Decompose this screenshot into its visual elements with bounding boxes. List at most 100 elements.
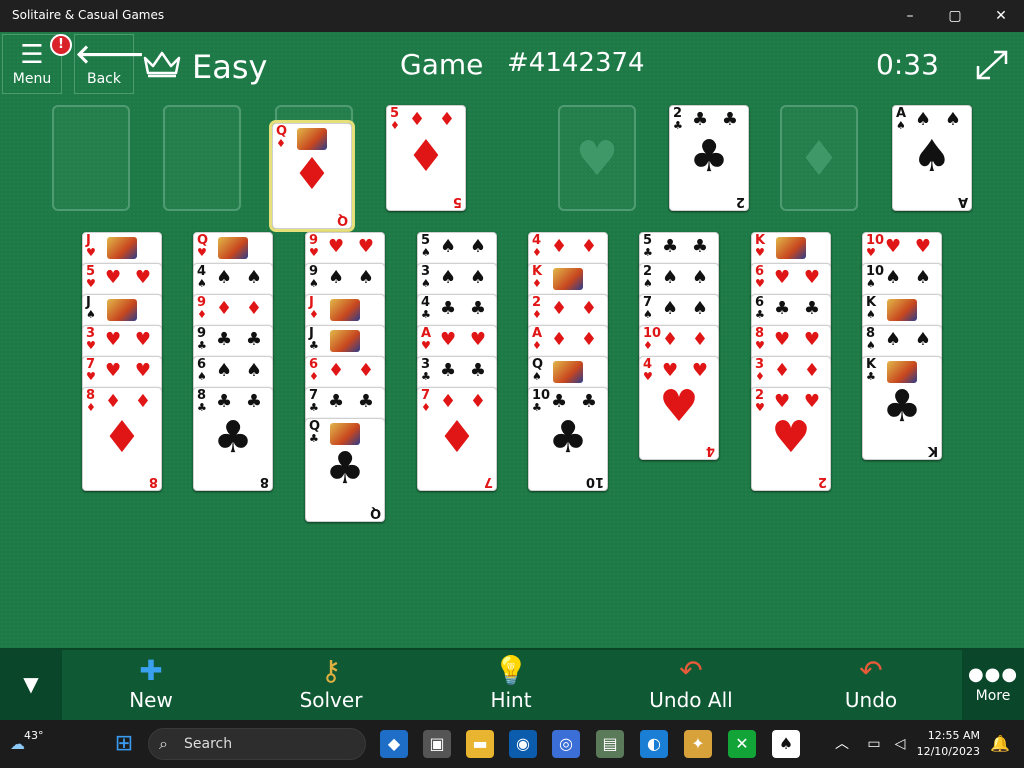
back-button[interactable]: 🡐 Back [74, 34, 145, 94]
card-center-art: ♣ [325, 443, 365, 494]
card-rank-corner: 8 [259, 474, 269, 489]
file-explorer-icon[interactable]: ▬ [466, 730, 494, 758]
cloud-icon: ☁ [10, 735, 25, 753]
bell-icon[interactable]: 🔔 [986, 730, 1014, 758]
card-suit: ♦ [390, 119, 400, 132]
windows-taskbar: ☁ 43° ⊞ ⌕ Search ◆ ▣ ▬ ◉ ◎ ▤ ◐ ✦ ✕ ♠ ︿ ▭… [0, 720, 1024, 768]
undo-button[interactable]: ↶ Undo [811, 654, 931, 718]
weather-widget[interactable]: ☁ 43° [10, 729, 50, 758]
game-toolbar: ▼ ✚ New ⚷ Solver 💡 Hint ↶ Undo All ↶ Und… [0, 648, 1024, 722]
playing-card[interactable]: 8 ♣ ♣ ♣ ♣ 8 [193, 387, 273, 491]
notification-badge: ! [50, 34, 72, 56]
edge-icon[interactable]: ◐ [640, 730, 668, 758]
collapse-toolbar-button[interactable]: ▼ [0, 650, 62, 722]
new-game-button[interactable]: ✚ New [91, 654, 211, 718]
card-rank-corner: 2 [817, 474, 827, 489]
card-suit: ♣ [673, 119, 683, 132]
card-suit: ♥ [866, 246, 876, 259]
chevron-up-icon[interactable]: ︿ [828, 730, 856, 758]
key-icon: ⚷ [320, 654, 342, 687]
search-icon: ⌕ [159, 734, 168, 753]
playing-card[interactable]: 2 ♥ ♥ ♥ ♥ 2 [751, 387, 831, 491]
hint-label: Hint [490, 688, 532, 712]
card-pips: ♦ ♦ [662, 329, 712, 350]
card-suit: ♠ [866, 277, 876, 290]
card-rank-corner: 10 [585, 474, 604, 489]
card-suit: ♦ [532, 246, 542, 259]
playing-card[interactable]: Q ♦ ♦ Q [269, 120, 355, 232]
card-pips: ♥ ♥ [105, 360, 155, 381]
card-suit: ♦ [309, 370, 319, 383]
minimize-button[interactable]: – [887, 0, 933, 32]
window-title: Solitaire & Casual Games [12, 8, 165, 22]
solitaire-app-icon[interactable]: ♠ [772, 730, 800, 758]
chrome-icon[interactable]: ◎ [552, 730, 580, 758]
maximize-button[interactable]: ▢ [932, 0, 978, 32]
card-center-art: ♣ [548, 412, 588, 463]
card-pips: ♦ ♦ [440, 391, 490, 412]
playing-card[interactable]: 10 ♣ ♣ ♣ ♣ 10 [528, 387, 608, 491]
more-dots-icon: ●●● [967, 664, 1019, 685]
fullscreen-icon[interactable] [974, 48, 1010, 82]
card-suit: ♠ [86, 308, 96, 321]
card-suit: ♥ [309, 246, 319, 259]
foundation-slot[interactable]: ♦ [780, 105, 858, 211]
bee-app-icon[interactable]: ✦ [684, 730, 712, 758]
face-card-art [776, 237, 806, 259]
card-pips: ♦ ♦ [551, 329, 601, 350]
freecell-slot[interactable] [52, 105, 130, 211]
card-pips: ♦ ♦ [105, 391, 155, 412]
card-suit: ♠ [866, 339, 876, 352]
xbox-icon[interactable]: ✕ [728, 730, 756, 758]
taskbar-search[interactable]: ⌕ Search [148, 728, 366, 760]
card-rank-corner: Q [369, 505, 381, 520]
card-center-art: ♦ [437, 412, 477, 463]
more-button[interactable]: ●●● More [962, 650, 1024, 722]
solver-label: Solver [299, 688, 363, 712]
playing-card[interactable]: 8 ♦ ♦ ♦ ♦ 8 [82, 387, 162, 491]
playing-card[interactable]: 4 ♥ ♥ ♥ ♥ 4 [639, 356, 719, 460]
close-button[interactable]: ✕ [978, 0, 1024, 32]
hint-button[interactable]: 💡 Hint [451, 654, 571, 718]
playing-card[interactable]: 2 ♣ ♣ ♣ ♣ 2 [669, 105, 749, 211]
card-rank-corner: 7 [483, 474, 493, 489]
card-pips: ♥ ♥ [105, 329, 155, 350]
playing-card[interactable]: A ♠ ♠ ♠ ♠ A [892, 105, 972, 211]
card-center-art: ♥ [659, 381, 699, 432]
new-label: New [129, 688, 173, 712]
store-app-icon[interactable]: ◆ [380, 730, 408, 758]
card-pips: ♦ ♦ [328, 360, 378, 381]
undo-all-button[interactable]: ↶ Undo All [631, 654, 751, 718]
card-pips: ♥ ♥ [774, 329, 824, 350]
card-suit: ♦ [532, 339, 542, 352]
volume-icon[interactable]: ◁ [886, 730, 914, 758]
crown-icon [143, 51, 181, 78]
playing-card[interactable]: 7 ♦ ♦ ♦ ♦ 7 [417, 387, 497, 491]
card-suit: ♣ [309, 401, 319, 414]
monitor-app-icon[interactable]: ▤ [596, 730, 624, 758]
card-center-art: ♣ [689, 131, 729, 182]
foundation-slot[interactable]: ♥ [558, 105, 636, 211]
card-rank-corner: 4 [705, 443, 715, 458]
card-pips: ♥ ♥ [440, 329, 490, 350]
card-pips: ♣ ♣ [692, 109, 742, 130]
card-center-art: ♦ [292, 149, 332, 200]
card-suit: ♥ [755, 277, 765, 290]
clock[interactable]: 12:55 AM 12/10/2023 [916, 728, 980, 760]
network-icon[interactable]: ▭ [860, 730, 888, 758]
start-icon[interactable]: ⊞ [110, 730, 138, 758]
task-view-icon[interactable]: ▣ [423, 730, 451, 758]
card-rank-corner: 2 [735, 194, 745, 209]
card-suit: ♠ [866, 308, 876, 321]
face-card-art [107, 299, 137, 321]
solver-button[interactable]: ⚷ Solver [271, 654, 391, 718]
card-suit: ♣ [197, 339, 207, 352]
firefox-icon[interactable]: ◉ [509, 730, 537, 758]
card-suit: ♥ [197, 246, 207, 259]
card-pips: ♦ ♦ [409, 109, 459, 130]
playing-card[interactable]: K ♣ ♣ K [862, 356, 942, 460]
playing-card[interactable]: Q ♣ ♣ Q [305, 418, 385, 522]
playing-card[interactable]: 5 ♦ ♦ ♦ ♦ 5 [386, 105, 466, 211]
freecell-slot[interactable] [163, 105, 241, 211]
card-suit: ♠ [309, 277, 319, 290]
